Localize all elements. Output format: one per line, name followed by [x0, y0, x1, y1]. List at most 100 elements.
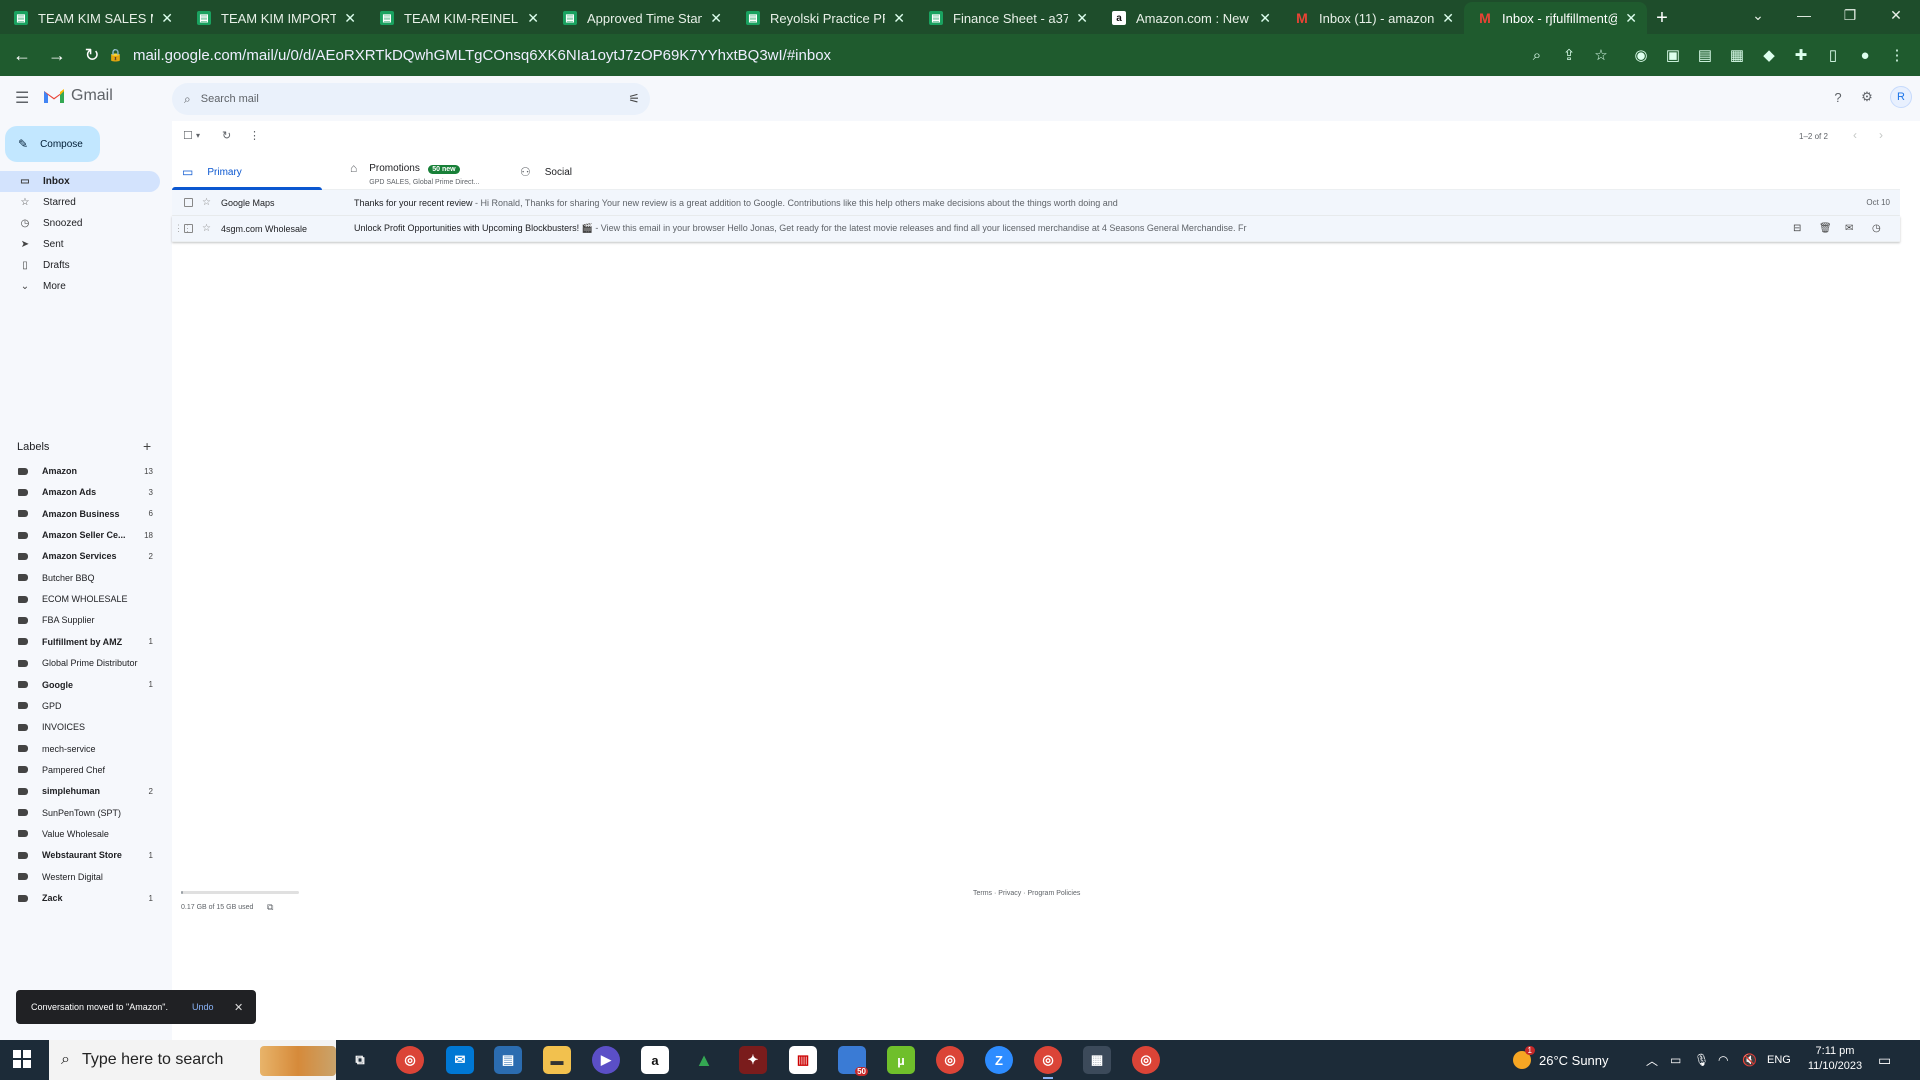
- email-row[interactable]: ☆ Google Maps Thanks for your recent revie…: [172, 190, 1900, 216]
- microphone-icon[interactable]: 🎙: [1694, 1040, 1709, 1080]
- browser-tab[interactable]: ▤ TEAM KIM SALES MO ✕: [0, 2, 183, 34]
- close-tab-icon[interactable]: ✕: [710, 10, 722, 27]
- add-label-icon[interactable]: +: [143, 438, 151, 454]
- label-item[interactable]: Amazon Ads 3: [0, 482, 160, 502]
- label-item[interactable]: FBA Supplier: [0, 610, 160, 630]
- browser-tab[interactable]: ▤ Finance Sheet - a37 ✕: [915, 2, 1098, 34]
- label-item[interactable]: Fulfillment by AMZ 1: [0, 632, 160, 652]
- label-item[interactable]: Value Wholesale: [0, 824, 160, 844]
- chrome-profile-icon[interactable]: ◎: [936, 1046, 964, 1074]
- browser-menu-icon[interactable]: ⋮: [1886, 44, 1908, 66]
- task-view-icon[interactable]: ⧉: [346, 1046, 374, 1074]
- help-icon[interactable]: ?: [1829, 88, 1847, 106]
- label-item[interactable]: Webstaurant Store 1: [0, 845, 160, 865]
- refresh-icon[interactable]: ↻: [222, 129, 231, 142]
- label-item[interactable]: GPD: [0, 696, 160, 716]
- search-options-icon[interactable]: ⚟: [628, 91, 640, 107]
- star-icon[interactable]: ☆: [202, 197, 211, 208]
- extension-off-icon[interactable]: ▣: [1662, 44, 1684, 66]
- label-item[interactable]: Zack 1: [0, 888, 160, 908]
- share-icon[interactable]: ⇪: [1558, 44, 1580, 66]
- volume-muted-icon[interactable]: 🔇: [1742, 1040, 1757, 1080]
- mail-app-icon[interactable]: ✉: [446, 1046, 474, 1074]
- windows-start-icon[interactable]: [13, 1050, 31, 1068]
- browser-tab[interactable]: ▤ Approved Time Stam ✕: [549, 2, 732, 34]
- browser-tab[interactable]: a Amazon.com : New a ✕: [1098, 2, 1281, 34]
- footer-links[interactable]: Terms · Privacy · Program Policies: [973, 890, 1080, 897]
- close-icon[interactable]: ✕: [234, 1001, 243, 1014]
- google-drive-icon[interactable]: ▲: [690, 1046, 718, 1074]
- close-tab-icon[interactable]: ✕: [344, 10, 356, 27]
- row-checkbox[interactable]: [184, 224, 193, 233]
- forward-icon[interactable]: →: [44, 42, 70, 68]
- weather-widget[interactable]: 1 26°C Sunny: [1513, 1040, 1609, 1080]
- file-explorer-icon[interactable]: ▬: [543, 1046, 571, 1074]
- search-input[interactable]: Search mail: [201, 93, 259, 105]
- newer-page-icon[interactable]: ‹: [1853, 128, 1857, 142]
- wifi-icon[interactable]: ◠: [1718, 1040, 1728, 1080]
- close-tab-icon[interactable]: ✕: [1259, 10, 1271, 27]
- label-item[interactable]: Amazon Business 6: [0, 504, 160, 524]
- label-item[interactable]: INVOICES: [0, 717, 160, 737]
- extension-fm-icon[interactable]: ▤: [1694, 44, 1716, 66]
- profile-avatar-icon[interactable]: ●: [1854, 44, 1876, 66]
- search-icon[interactable]: ⌕: [184, 92, 191, 107]
- sidebar-item-snoozed[interactable]: ◷ Snoozed: [0, 213, 160, 234]
- label-item[interactable]: mech-service: [0, 739, 160, 759]
- close-tab-icon[interactable]: ✕: [1625, 10, 1637, 27]
- minimize-button[interactable]: —: [1781, 0, 1827, 30]
- select-all-checkbox[interactable]: ☐: [183, 129, 193, 142]
- label-item[interactable]: Amazon 13: [0, 461, 160, 481]
- account-avatar[interactable]: R: [1890, 86, 1912, 108]
- email-row[interactable]: ⋮⋮ ☆ 4sgm.com Wholesale Unlock Profit Oppor…: [172, 216, 1900, 242]
- select-dropdown-icon[interactable]: ▾: [196, 131, 200, 140]
- browser-tab[interactable]: M Inbox - rjfulfillment@ ✕: [1464, 2, 1647, 34]
- sidebar-item-starred[interactable]: ☆ Starred: [0, 192, 160, 213]
- browser-tab[interactable]: ▤ Reyolski Practice PR ✕: [732, 2, 915, 34]
- amazon-icon[interactable]: a: [641, 1046, 669, 1074]
- zoom-icon[interactable]: ⌕: [1526, 44, 1548, 66]
- chrome-icon[interactable]: ◎: [396, 1046, 424, 1074]
- close-tab-icon[interactable]: ✕: [893, 10, 905, 27]
- media-player-icon[interactable]: ▶: [592, 1046, 620, 1074]
- notifications-icon[interactable]: ▭: [1878, 1040, 1891, 1080]
- search-bar[interactable]: ⌕ Search mail ⚟: [172, 83, 650, 115]
- show-hidden-icons[interactable]: ︿: [1646, 1040, 1658, 1080]
- language-indicator[interactable]: ENG: [1767, 1040, 1791, 1080]
- taskbar-search[interactable]: ⌕ Type here to search: [49, 1040, 336, 1080]
- settings-gear-icon[interactable]: ⚙: [1858, 88, 1876, 106]
- label-item[interactable]: Google 1: [0, 675, 160, 695]
- label-item[interactable]: Butcher BBQ: [0, 568, 160, 588]
- compose-button[interactable]: ✎ Compose: [5, 126, 100, 162]
- utorrent-icon[interactable]: µ: [887, 1046, 915, 1074]
- bookmark-star-icon[interactable]: ☆: [1590, 44, 1612, 66]
- label-item[interactable]: Amazon Services 2: [0, 546, 160, 566]
- label-item[interactable]: Pampered Chef: [0, 760, 160, 780]
- sidebar-item-inbox[interactable]: ▭ Inbox: [0, 171, 160, 192]
- sidebar-item-more[interactable]: ⌄ More: [0, 276, 160, 297]
- app-badge-icon[interactable]: 50: [838, 1046, 868, 1076]
- chrome-active-icon[interactable]: ◎: [1034, 1046, 1062, 1079]
- close-tab-icon[interactable]: ✕: [1076, 10, 1088, 27]
- side-panel-icon[interactable]: ▯: [1822, 44, 1844, 66]
- delete-icon[interactable]: 🗑: [1819, 223, 1832, 234]
- close-tab-icon[interactable]: ✕: [527, 10, 539, 27]
- open-storage-icon[interactable]: ⧉: [267, 902, 273, 913]
- label-item[interactable]: ECOM WHOLESALE: [0, 589, 160, 609]
- sidebar-item-sent[interactable]: ➤ Sent: [0, 234, 160, 255]
- close-tab-icon[interactable]: ✕: [161, 10, 173, 27]
- restore-button[interactable]: ❐: [1827, 0, 1873, 30]
- gmail-logo[interactable]: Gmail: [43, 87, 113, 105]
- snooze-icon[interactable]: ◷: [1872, 223, 1881, 234]
- main-menu-icon[interactable]: ☰: [15, 88, 33, 107]
- label-item[interactable]: Western Digital: [0, 867, 160, 887]
- label-item[interactable]: Amazon Seller Ce... 18: [0, 525, 160, 545]
- tab-promotions[interactable]: ⌂ Promotions 50 new GPD SALES, Global Pr…: [350, 154, 510, 190]
- chrome-alt-icon[interactable]: ◎: [1132, 1046, 1160, 1074]
- close-window-button[interactable]: ✕: [1873, 0, 1919, 30]
- label-item[interactable]: Global Prime Distributor: [0, 653, 160, 673]
- more-options-icon[interactable]: ⋮: [249, 129, 260, 142]
- taskbar-clock[interactable]: 7:11 pm 11/10/2023: [1800, 1044, 1870, 1074]
- older-page-icon[interactable]: ›: [1879, 128, 1883, 142]
- row-checkbox[interactable]: [184, 198, 193, 207]
